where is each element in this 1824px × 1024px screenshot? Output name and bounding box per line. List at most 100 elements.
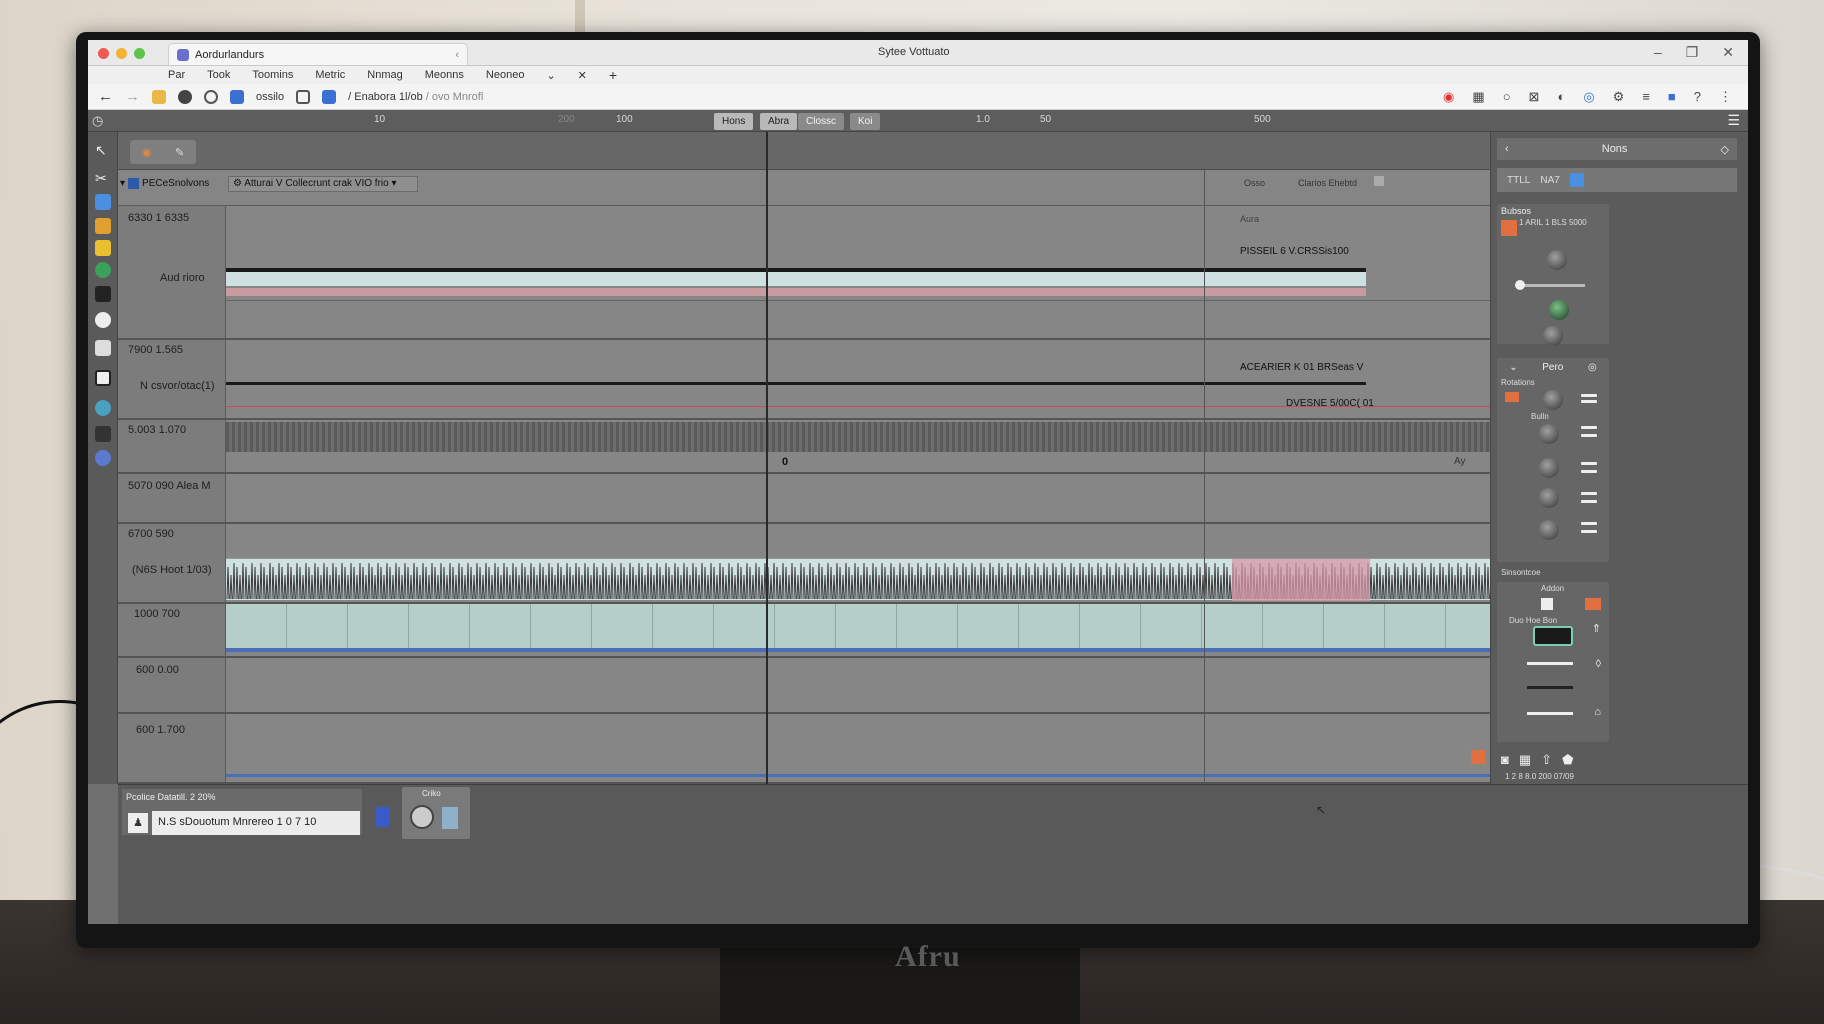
midi-region[interactable] bbox=[226, 604, 1490, 648]
audio-icon[interactable]: ◐ bbox=[1557, 89, 1565, 105]
chevron-down-icon[interactable]: ⌄ bbox=[1509, 362, 1517, 373]
panel-icon[interactable] bbox=[296, 89, 311, 104]
ruler-button[interactable]: Abra bbox=[760, 113, 798, 130]
collapse-icon[interactable]: ▾ bbox=[120, 178, 125, 189]
address-part[interactable]: ossilo bbox=[256, 91, 284, 103]
track-lane[interactable]: 0 Ay bbox=[226, 420, 1490, 472]
track-group-label[interactable]: ▾ PECeSnolvons bbox=[120, 173, 224, 193]
globe-tool-icon[interactable] bbox=[95, 400, 111, 416]
user-icon[interactable]: ◎ bbox=[1583, 89, 1594, 105]
minimize-icon[interactable]: – bbox=[1654, 44, 1662, 61]
up-icon[interactable]: ⇑ bbox=[1592, 622, 1601, 635]
browser-tab[interactable]: Aordurlandurs ‹ bbox=[168, 43, 468, 65]
eq-knob[interactable] bbox=[1539, 424, 1559, 444]
home-icon[interactable] bbox=[178, 89, 192, 104]
track-row[interactable]: 5070 090 Alea M bbox=[118, 474, 1490, 524]
layout-icon[interactable]: ⊠ bbox=[1529, 89, 1540, 105]
track-row[interactable]: 5.003 1.070 0 Ay bbox=[118, 420, 1490, 474]
device-box[interactable]: Criko bbox=[402, 787, 470, 839]
tab[interactable]: NA7 bbox=[1540, 175, 1559, 186]
pin-icon[interactable]: ◇ bbox=[1721, 143, 1729, 156]
track-row[interactable]: 600 0.00 bbox=[118, 658, 1490, 714]
pencil-tool-icon[interactable] bbox=[95, 194, 111, 210]
track-lane[interactable] bbox=[226, 524, 1490, 602]
menu-icon[interactable]: ☰ bbox=[1727, 112, 1740, 129]
back-icon[interactable]: ‹ bbox=[1505, 143, 1509, 155]
track-lane[interactable]: ACEARIER K 01 BRSeas V DVESNE 5/00C( 01 bbox=[226, 340, 1490, 418]
settings-icon[interactable]: ⚙ bbox=[1613, 89, 1625, 105]
slider-thumb[interactable] bbox=[1515, 280, 1525, 290]
fader[interactable] bbox=[1527, 712, 1573, 715]
menu-item[interactable]: Metric bbox=[315, 69, 345, 81]
track-row[interactable]: 600 1.700 bbox=[118, 714, 1490, 784]
level-knob[interactable] bbox=[1549, 300, 1569, 320]
gain-knob[interactable] bbox=[1547, 250, 1567, 270]
mode-switch[interactable] bbox=[1533, 626, 1573, 646]
help-icon[interactable]: ? bbox=[1694, 89, 1701, 105]
track-lane[interactable] bbox=[226, 714, 1490, 782]
list-icon[interactable]: ≡ bbox=[1642, 89, 1650, 105]
playhead[interactable] bbox=[766, 132, 768, 784]
printer-tool-icon[interactable] bbox=[95, 426, 111, 442]
close-dot[interactable] bbox=[98, 48, 109, 59]
color-tool-icon[interactable] bbox=[95, 450, 111, 466]
track-row[interactable]: 6700 590 (N6S Hoot 1/03) bbox=[118, 524, 1490, 604]
search-icon[interactable]: ○ bbox=[1503, 89, 1511, 105]
record-icon[interactable]: ◉ bbox=[1443, 89, 1454, 105]
loop-tool-icon[interactable] bbox=[95, 262, 111, 278]
pan-slider[interactable] bbox=[1517, 284, 1585, 287]
dial-icon[interactable] bbox=[410, 805, 434, 829]
track-lane[interactable] bbox=[226, 658, 1490, 712]
doc-tool-icon[interactable] bbox=[95, 340, 111, 356]
eq-knob[interactable] bbox=[1543, 390, 1563, 410]
eq-knob[interactable] bbox=[1539, 458, 1559, 478]
arrow-tool-icon[interactable]: ↖ bbox=[95, 142, 111, 158]
bookmark-icon[interactable]: ■ bbox=[1668, 89, 1676, 105]
tab[interactable]: TTLL bbox=[1507, 175, 1530, 186]
grid-icon[interactable]: ▦ bbox=[1519, 752, 1531, 768]
tuner-icon[interactable]: ♟ bbox=[128, 813, 148, 833]
zoom-dot[interactable] bbox=[134, 48, 145, 59]
edit-icon[interactable]: ✎ bbox=[175, 146, 184, 159]
disc-tool-icon[interactable] bbox=[95, 312, 111, 328]
address-path[interactable]: / Enabora 1l/ob / ovo Mnrofl bbox=[348, 91, 483, 103]
check-icon[interactable] bbox=[1569, 173, 1584, 187]
audio-clip[interactable] bbox=[226, 558, 1490, 601]
ruler-button[interactable]: Clossc bbox=[798, 113, 845, 130]
chevron-left-icon[interactable]: ‹ bbox=[455, 49, 459, 61]
ruler-button[interactable]: Hons bbox=[714, 113, 754, 130]
track-row[interactable]: 1000 700 bbox=[118, 604, 1490, 658]
orange-badge-icon[interactable] bbox=[1471, 750, 1485, 764]
mute-icon[interactable]: ◉ bbox=[142, 146, 152, 159]
refresh-icon[interactable] bbox=[204, 89, 218, 104]
menu-item[interactable]: Par bbox=[168, 69, 185, 81]
timeline-ruler[interactable]: ◷ 10 200 100 Hons Abra Clossc Koi 1.0 50… bbox=[88, 110, 1748, 132]
eq-knob[interactable] bbox=[1539, 520, 1559, 540]
power-icon[interactable]: ◎ bbox=[1588, 362, 1597, 373]
track-row[interactable]: 6330 1 6335 Aud rioro Aura PISSEIL 6 V.C… bbox=[118, 206, 1490, 340]
clock-icon[interactable]: ◷ bbox=[92, 113, 103, 129]
grid-icon[interactable]: ▦ bbox=[1472, 89, 1484, 105]
close-icon[interactable]: ✕ bbox=[1722, 44, 1734, 61]
fader[interactable] bbox=[1527, 662, 1573, 665]
cut-tool-icon[interactable]: ✂ bbox=[95, 170, 111, 186]
track-lane[interactable] bbox=[226, 604, 1490, 656]
track-lane[interactable] bbox=[226, 474, 1490, 522]
toggle-icon[interactable] bbox=[1541, 598, 1553, 610]
home-icon[interactable]: ⌂ bbox=[1594, 706, 1601, 718]
maximize-icon[interactable]: ❐ bbox=[1686, 44, 1699, 61]
upload-icon[interactable]: ⇧ bbox=[1541, 752, 1552, 768]
menu-item[interactable]: Nnmag bbox=[367, 69, 402, 81]
more-icon[interactable]: ⋮ bbox=[1719, 89, 1732, 105]
track-lane[interactable]: Aura PISSEIL 6 V.CRSSis100 bbox=[226, 206, 1490, 338]
paint-tool-icon[interactable] bbox=[95, 218, 111, 234]
folder-icon[interactable] bbox=[152, 89, 166, 104]
menu-item[interactable]: Neoneo bbox=[486, 69, 525, 81]
track-dropdown[interactable]: ⚙ Atturai V Collecrunt crak VIO frio ▾ bbox=[228, 176, 418, 192]
folder-tool-icon[interactable] bbox=[95, 240, 111, 256]
end-marker[interactable] bbox=[1204, 170, 1205, 784]
menu-item[interactable]: Took bbox=[207, 69, 230, 81]
home-icon[interactable]: ⬟ bbox=[1562, 752, 1573, 768]
menu-item[interactable]: Meonns bbox=[425, 69, 464, 81]
arrow-icon[interactable] bbox=[1374, 176, 1384, 186]
